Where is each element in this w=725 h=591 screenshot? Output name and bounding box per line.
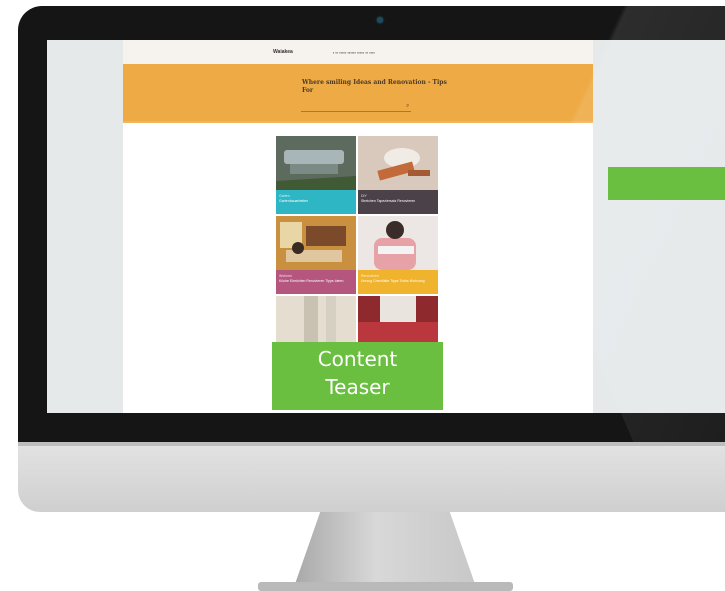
teaser-title: Gartenbauarbeiten — [279, 199, 309, 203]
search-icon[interactable]: ⌕ — [406, 103, 409, 110]
teaser-photo — [276, 216, 356, 270]
teaser-category: Garten — [279, 194, 290, 198]
teaser-title: Umzug Checkliste Tipps Tricks Wohnung — [361, 279, 425, 283]
hero-search-input[interactable] — [301, 108, 411, 112]
teaser-photo — [358, 216, 438, 270]
teaser-caption: Wohnen Küche Einrichten Renovieren Tipps… — [276, 270, 356, 294]
hero-title: Where smiling Ideas and Renovation - Tip… — [302, 79, 447, 94]
monitor-divider — [18, 442, 725, 446]
content-teaser-label: Content Teaser — [272, 342, 443, 410]
teaser-caption: Renovieren Umzug Checkliste Tipps Tricks… — [358, 270, 438, 294]
highlight-marker — [608, 167, 725, 200]
nav-items[interactable]: ▪ ▪▪ ▪▪▪▪▪ ▪▪▪▪▪▪ ▪▪▪▪▪ ▪▪ ▪▪▪▪ — [333, 50, 375, 55]
teaser-photo — [276, 136, 356, 190]
teaser-category: Wohnen — [279, 274, 292, 278]
main-nav[interactable]: ▪ ▪▪ ▪▪▪▪▪ ▪▪▪▪▪▪ ▪▪▪▪▪ ▪▪ ▪▪▪▪ — [333, 50, 375, 55]
teaser-title: Küche Einrichten Renovieren Tipps Ideen — [279, 279, 344, 283]
monitor-stand-foot — [258, 582, 513, 591]
teaser-tile[interactable]: Garten Gartenbauarbeiten — [276, 136, 356, 214]
teaser-photo — [358, 136, 438, 190]
label-line-1: Content — [317, 347, 398, 371]
teaser-caption: Garten Gartenbauarbeiten — [276, 190, 356, 214]
teaser-title: Streichen Tapeziersatz Renovieren — [361, 199, 416, 203]
monitor-chin — [18, 442, 725, 512]
camera-icon — [377, 17, 383, 23]
teaser-category: Renovieren — [361, 274, 379, 278]
teaser-tile[interactable]: Renovieren Umzug Checkliste Tipps Tricks… — [358, 216, 438, 294]
teaser-tile[interactable]: DIY Streichen Tapeziersatz Renovieren — [358, 136, 438, 214]
label-line-2: Teaser — [325, 375, 390, 399]
teaser-category: DIY — [361, 194, 367, 198]
monitor-stand — [295, 512, 475, 584]
teaser-tile[interactable]: Wohnen Küche Einrichten Renovieren Tipps… — [276, 216, 356, 294]
site-logo[interactable]: Waiakea — [273, 49, 293, 55]
teaser-caption: DIY Streichen Tapeziersatz Renovieren — [358, 190, 438, 214]
